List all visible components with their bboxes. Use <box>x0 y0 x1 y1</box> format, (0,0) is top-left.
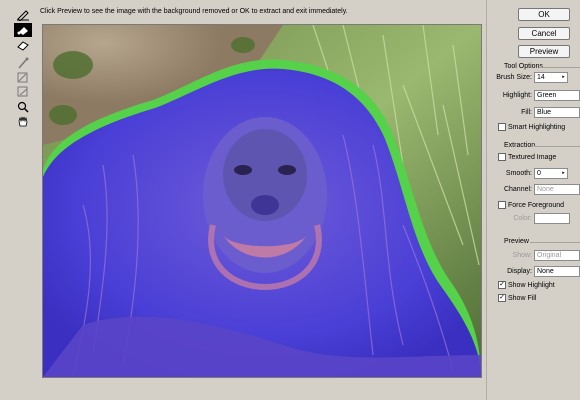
preview-title: Preview <box>504 238 529 245</box>
tool-options-title: Tool Options <box>504 63 543 70</box>
divider <box>540 67 580 68</box>
textured-image-label: Textured Image <box>508 154 557 161</box>
highlight-select[interactable]: Green <box>534 90 580 101</box>
fill-tool-icon[interactable] <box>14 23 32 37</box>
textured-image-checkbox[interactable] <box>498 153 506 161</box>
divider <box>534 146 580 147</box>
smooth-label: Smooth: <box>505 170 532 177</box>
preview-button[interactable]: Preview <box>518 45 570 58</box>
options-panel <box>486 0 580 400</box>
force-foreground-checkbox[interactable] <box>498 201 506 209</box>
smooth-arrow-icon[interactable]: ▸ <box>560 169 567 178</box>
smart-highlighting-checkbox[interactable] <box>498 123 506 131</box>
smart-highlighting-label: Smart Highlighting <box>508 124 566 131</box>
image-preview-canvas[interactable] <box>42 24 482 378</box>
brush-size-label: Brush Size: <box>496 74 532 81</box>
tool-palette <box>0 0 36 400</box>
force-foreground-label: Force Foreground <box>508 202 565 209</box>
eraser-icon[interactable] <box>14 38 32 52</box>
cleanup-tool-icon[interactable] <box>14 70 32 84</box>
zoom-icon[interactable] <box>14 100 32 114</box>
hand-icon[interactable] <box>14 114 32 128</box>
show-highlight-label: Show Highlight <box>508 282 555 289</box>
highlight-label: Highlight: <box>502 92 532 99</box>
cancel-button[interactable]: Cancel <box>518 27 570 40</box>
channel-select[interactable]: None <box>534 184 580 195</box>
fill-select[interactable]: Blue <box>534 107 580 118</box>
show-fill-label: Show Fill <box>508 295 537 302</box>
color-swatch[interactable] <box>534 213 570 224</box>
orangutan-image <box>43 25 481 377</box>
display-label: Display: <box>507 268 532 275</box>
brush-size-arrow-icon[interactable]: ▸ <box>560 73 567 82</box>
show-select[interactable]: Original <box>534 250 580 261</box>
fill-label: Fill: <box>521 109 532 116</box>
edge-highlighter-icon[interactable] <box>14 8 32 22</box>
extraction-title: Extraction <box>504 142 536 149</box>
instruction-text: Click Preview to see the image with the … <box>40 8 348 15</box>
show-label: Show: <box>512 252 532 259</box>
edge-touchup-icon[interactable] <box>14 84 32 98</box>
divider <box>530 242 580 243</box>
ok-button[interactable]: OK <box>518 8 570 21</box>
eyedropper-icon[interactable] <box>14 56 32 70</box>
channel-label: Channel: <box>503 186 532 193</box>
show-fill-checkbox[interactable]: ✓ <box>498 294 506 302</box>
display-select[interactable]: None <box>534 266 580 277</box>
color-label: Color: <box>513 215 532 222</box>
show-highlight-checkbox[interactable]: ✓ <box>498 281 506 289</box>
